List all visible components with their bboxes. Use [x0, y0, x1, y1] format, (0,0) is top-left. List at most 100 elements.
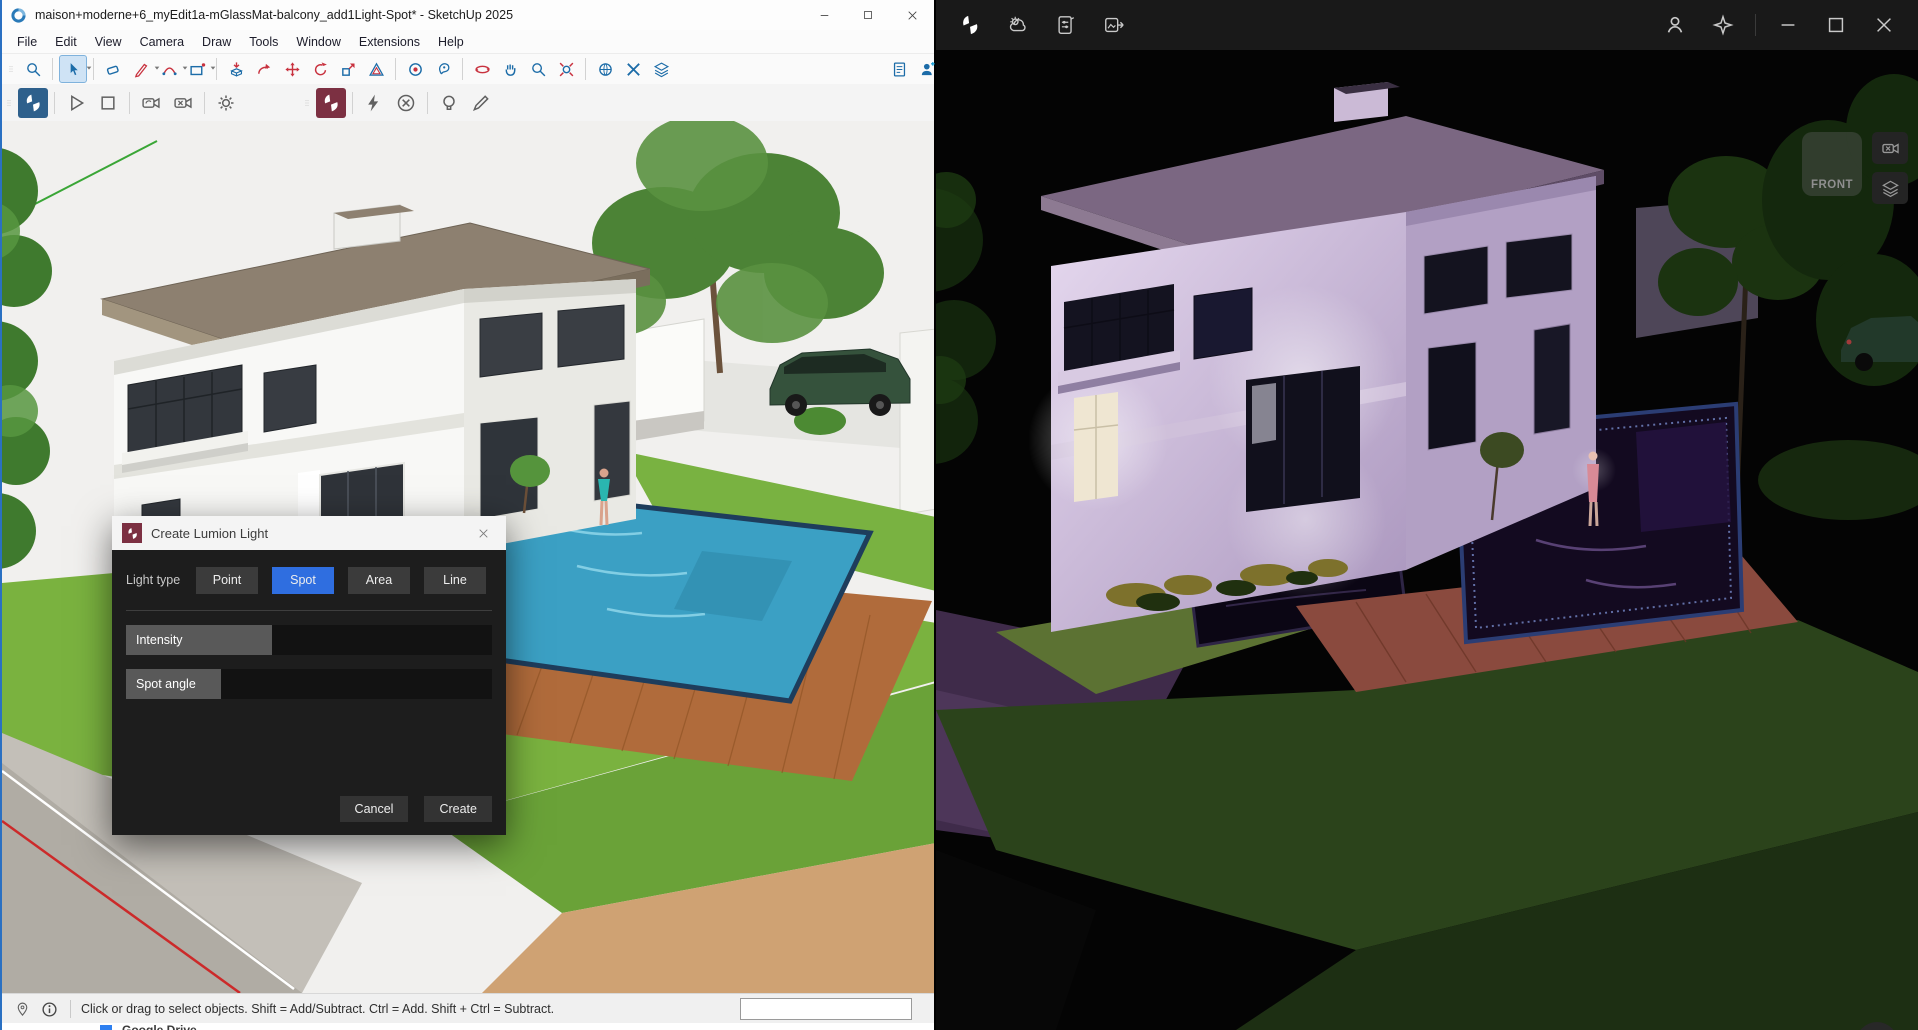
menu-edit[interactable]: Edit [46, 30, 86, 53]
lumion-logo-icon [122, 523, 142, 543]
position-camera-button[interactable] [402, 56, 428, 82]
menu-window[interactable]: Window [287, 30, 349, 53]
lumion-livesync-icon [23, 93, 43, 113]
select-button[interactable] [59, 55, 87, 83]
info-icon[interactable] [41, 1001, 58, 1018]
light-type-area-button[interactable]: Area [348, 567, 410, 594]
close-window-button[interactable] [1864, 6, 1904, 44]
livesync-toolbar [2, 88, 242, 118]
rectangle-tool-button[interactable] [184, 56, 210, 82]
arc-tool-button[interactable] [156, 56, 182, 82]
delete-light-button[interactable] [391, 88, 421, 118]
scale-button[interactable] [335, 56, 361, 82]
flash-light-button[interactable] [359, 88, 389, 118]
photo-settings-button[interactable] [1046, 6, 1086, 44]
menu-help[interactable]: Help [429, 30, 473, 53]
delete-light-icon [396, 93, 416, 113]
unsync-camera-button[interactable] [168, 88, 198, 118]
zoom-window-button[interactable] [20, 56, 46, 82]
sketchup-window: maison+moderne+6_myEdit1a-mGlassMat-balc… [0, 0, 934, 1030]
lumion-home-button[interactable] [950, 6, 990, 44]
lumion-light-toolbar [300, 88, 497, 118]
dialog-close-button[interactable] [470, 520, 496, 546]
menu-file[interactable]: File [8, 30, 46, 53]
add-location-button[interactable] [592, 56, 618, 82]
move-button[interactable] [279, 56, 305, 82]
light-paint-button[interactable] [466, 88, 496, 118]
model-view-button[interactable] [1872, 172, 1908, 204]
camera-sync-toggle-button[interactable] [1872, 132, 1908, 164]
light-type-point-button[interactable]: Point [196, 567, 258, 594]
weather-button[interactable] [998, 6, 1038, 44]
dialog-separator [126, 610, 492, 611]
lumion-light-button[interactable] [316, 88, 346, 118]
sync-camera-button[interactable] [136, 88, 166, 118]
instructor-button[interactable] [886, 56, 912, 82]
spot-angle-slider[interactable]: Spot angle [126, 669, 492, 699]
stop-livesync-button[interactable] [93, 88, 123, 118]
toolbar-grip-icon [7, 58, 15, 80]
lumion-livesync-button[interactable] [18, 88, 48, 118]
account-button[interactable] [1655, 6, 1695, 44]
toolbar-separator [129, 92, 130, 114]
close-button[interactable] [890, 0, 934, 30]
maximize-button[interactable] [846, 0, 890, 30]
livesync-settings-button[interactable] [211, 88, 241, 118]
toolbar-separator [52, 58, 53, 80]
lumion-topbar-left [946, 6, 1138, 44]
line-tool-button[interactable] [128, 56, 154, 82]
pan-button[interactable] [497, 56, 523, 82]
cancel-button[interactable]: Cancel [340, 796, 409, 822]
start-livesync-button[interactable] [61, 88, 91, 118]
paint-bucket-button[interactable] [430, 56, 456, 82]
measurements-input[interactable] [740, 998, 912, 1020]
dialog-title: Create Lumion Light [151, 526, 268, 541]
light-type-line-button[interactable]: Line [424, 567, 486, 594]
view-cube[interactable]: FRONT [1802, 132, 1862, 196]
minimize-button[interactable] [802, 0, 846, 30]
zoom-extents-button[interactable] [553, 56, 579, 82]
minimize-window-button[interactable] [1768, 6, 1808, 44]
zoom-icon [530, 61, 547, 78]
photo-settings-icon [1055, 14, 1077, 36]
create-light-button[interactable] [434, 88, 464, 118]
whats-new-button[interactable] [1703, 6, 1743, 44]
follow-me-button[interactable] [251, 56, 277, 82]
menu-view[interactable]: View [86, 30, 131, 53]
maximize-window-button[interactable] [1816, 6, 1856, 44]
view-cube-label: FRONT [1802, 179, 1862, 191]
offset-button[interactable] [363, 56, 389, 82]
rotate-button[interactable] [307, 56, 333, 82]
toolbar-separator [54, 92, 55, 114]
push-pull-button[interactable] [223, 56, 249, 82]
menu-draw[interactable]: Draw [193, 30, 240, 53]
orbit-button[interactable] [469, 56, 495, 82]
tags-button[interactable] [648, 56, 674, 82]
create-button[interactable]: Create [424, 796, 492, 822]
menu-extensions[interactable]: Extensions [350, 30, 429, 53]
eraser-icon [105, 61, 122, 78]
zoom-button[interactable] [525, 56, 551, 82]
sign-in-icon [919, 61, 936, 78]
dialog-titlebar[interactable]: Create Lumion Light [112, 516, 506, 550]
toolbar-separator [352, 92, 353, 114]
lumion-topbar [936, 0, 1918, 50]
peek-text: Google Drive [122, 1023, 197, 1030]
light-type-spot-button[interactable]: Spot [272, 567, 334, 594]
position-camera-icon [407, 61, 424, 78]
lumion-viewport[interactable]: FRONT ? [936, 50, 1918, 1030]
whats-new-icon [1712, 14, 1734, 36]
close-window-icon [1873, 14, 1895, 36]
menu-tools[interactable]: Tools [240, 30, 287, 53]
status-hint: Click or drag to select objects. Shift =… [81, 1002, 554, 1016]
eraser-button[interactable] [100, 56, 126, 82]
menu-bar: FileEditViewCameraDrawToolsWindowExtensi… [2, 30, 934, 53]
toolbar-separator [585, 58, 586, 80]
menu-camera[interactable]: Camera [131, 30, 193, 53]
export-image-button[interactable] [1094, 6, 1134, 44]
styles-button[interactable] [620, 56, 646, 82]
zoom-extents-icon [558, 61, 575, 78]
intensity-slider[interactable]: Intensity [126, 625, 492, 655]
geolocation-icon[interactable] [14, 1001, 31, 1018]
offset-icon [368, 61, 385, 78]
